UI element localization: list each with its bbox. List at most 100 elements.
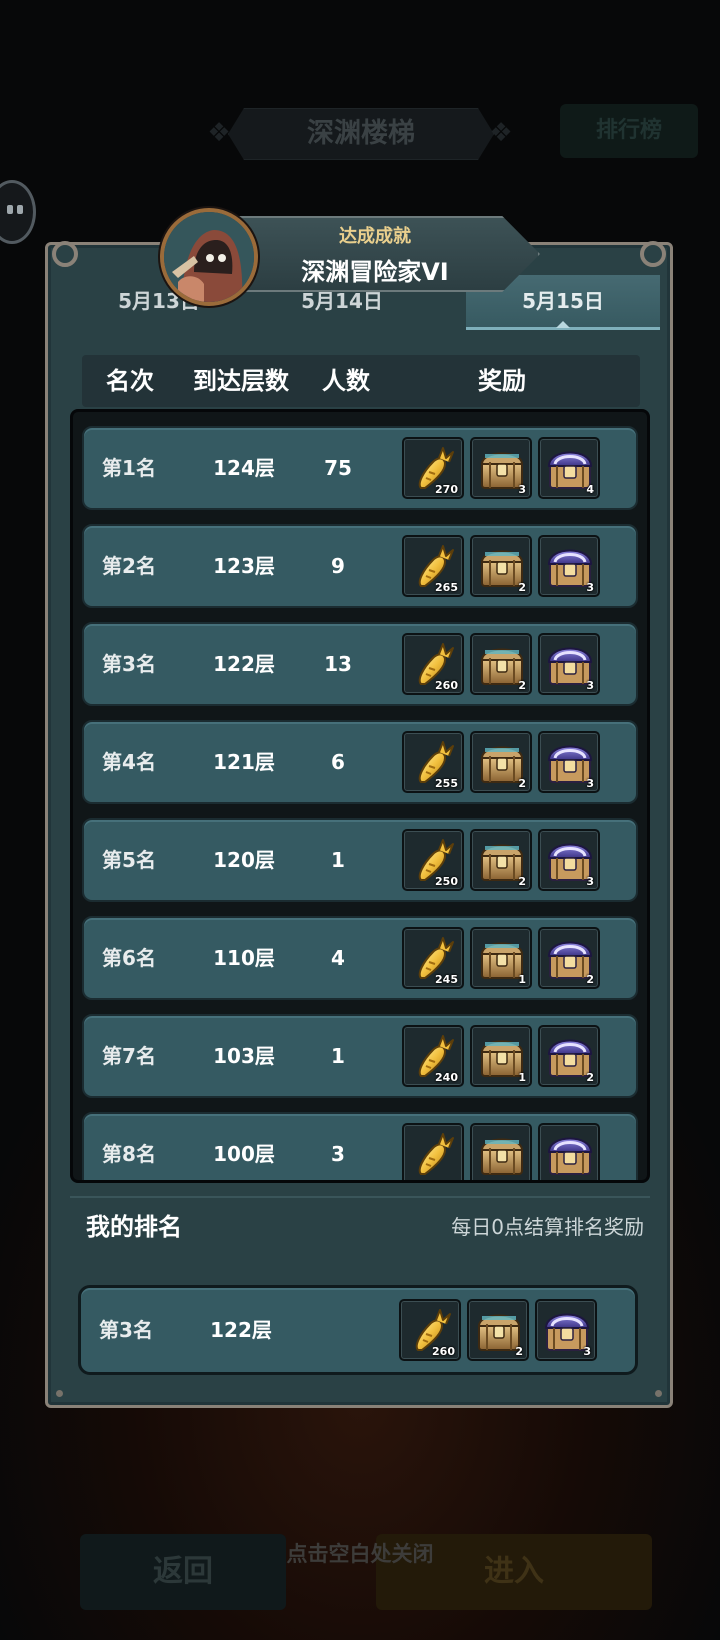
floor-cell: 124层: [213, 456, 275, 480]
floor-cell: 120层: [213, 848, 275, 872]
reward-slot-gold-chest[interactable]: 3: [470, 437, 532, 499]
table-header: 名次 到达层数 人数 奖励: [82, 355, 640, 407]
reward-slot-purple-chest[interactable]: 3: [538, 731, 600, 793]
header-floor: 到达层数: [193, 367, 289, 395]
reward-slot-purple-chest[interactable]: 3: [538, 829, 600, 891]
reward-quantity: 2: [586, 973, 594, 986]
rank-cell: 第7名: [102, 1044, 156, 1068]
reward-quantity: 3: [586, 679, 594, 692]
purple-treasure-chest-icon: [545, 1130, 595, 1180]
count-cell: 75: [324, 456, 352, 480]
reward-slot-carrot[interactable]: 260: [399, 1299, 461, 1361]
reward-slot-carrot[interactable]: 265: [402, 535, 464, 597]
ranking-list[interactable]: 第1名 124层 75 270 3 4 第2名 123层 9 265 2 3 第3名 122层 13 260 2…: [70, 409, 650, 1183]
reward-quantity: 240: [435, 1071, 458, 1084]
hooded-adventurer-avatar: [160, 208, 258, 306]
reward-quantity: 3: [586, 777, 594, 790]
reward-slot-carrot[interactable]: [402, 1123, 464, 1180]
reward-quantity: 3: [586, 581, 594, 594]
section-divider: [70, 1196, 650, 1198]
rank-cell: 第1名: [102, 456, 156, 480]
floor-cell: 110层: [213, 946, 275, 970]
count-cell: 3: [331, 1142, 345, 1166]
my-rank-value: 第3名: [99, 1318, 153, 1342]
settlement-hint: 每日0点结算排名奖励: [451, 1215, 644, 1239]
floor-cell: 100层: [213, 1142, 275, 1166]
rank-cell: 第6名: [102, 946, 156, 970]
rank-cell: 第5名: [102, 848, 156, 872]
reward-slot-gold-chest[interactable]: 2: [470, 731, 532, 793]
table-row: 第1名 124层 75 270 3 4: [82, 426, 638, 510]
table-row: 第8名 100层 3: [82, 1112, 638, 1180]
my-rank-row: 第3名 122层 260 2 3: [78, 1285, 638, 1375]
floor-cell: 123层: [213, 554, 275, 578]
golden-carrot-icon: [409, 1130, 459, 1180]
reward-slot-carrot[interactable]: 245: [402, 927, 464, 989]
my-rank-title: 我的排名: [86, 1213, 182, 1241]
table-row: 第4名 121层 6 255 2 3: [82, 720, 638, 804]
reward-quantity: 250: [435, 875, 458, 888]
my-floor-value: 122层: [210, 1318, 272, 1342]
leaderboard-panel: 5月13日 5月14日 5月15日 名次 到达层数 人数 奖励 第1名 124层 7…: [45, 241, 673, 1408]
reward-slot-carrot[interactable]: 255: [402, 731, 464, 793]
reward-quantity: 2: [586, 1071, 594, 1084]
reward-quantity: 2: [515, 1345, 523, 1358]
count-cell: 4: [331, 946, 345, 970]
reward-slot-gold-chest[interactable]: 2: [470, 633, 532, 695]
reward-quantity: 3: [518, 483, 526, 496]
avatar-portrait: [164, 212, 254, 302]
rank-cell: 第3名: [102, 652, 156, 676]
reward-slot-gold-chest[interactable]: 2: [467, 1299, 529, 1361]
reward-quantity: 260: [432, 1345, 455, 1358]
reward-slot-purple-chest[interactable]: 3: [538, 535, 600, 597]
reward-slot-purple-chest[interactable]: 2: [538, 927, 600, 989]
floor-cell: 121层: [213, 750, 275, 774]
header-rank: 名次: [106, 367, 154, 395]
achievement-label: 达成成就: [339, 226, 411, 247]
reward-slot-gold-chest[interactable]: [470, 1123, 532, 1180]
reward-slot-gold-chest[interactable]: 2: [470, 829, 532, 891]
reward-slot-carrot[interactable]: 250: [402, 829, 464, 891]
background-title: 深渊楼梯: [228, 108, 494, 160]
reward-quantity: 2: [518, 777, 526, 790]
table-row: 第6名 110层 4 245 1 2: [82, 916, 638, 1000]
reward-quantity: 2: [518, 679, 526, 692]
gold-treasure-chest-icon: [477, 1130, 527, 1180]
tab-indicator-arrow: [556, 321, 570, 328]
reward-quantity: 3: [583, 1345, 591, 1358]
reward-quantity: 1: [518, 973, 526, 986]
reward-slot-purple-chest[interactable]: 3: [535, 1299, 597, 1361]
table-row: 第5名 120层 1 250 2 3: [82, 818, 638, 902]
reward-quantity: 255: [435, 777, 458, 790]
reward-slot-purple-chest[interactable]: 2: [538, 1025, 600, 1087]
chat-bubble-icon[interactable]: [0, 180, 36, 244]
reward-quantity: 3: [586, 875, 594, 888]
count-cell: 9: [331, 554, 345, 578]
reward-slot-gold-chest[interactable]: 1: [470, 1025, 532, 1087]
table-row: 第7名 103层 1 240 1 2: [82, 1014, 638, 1098]
reward-slot-purple-chest[interactable]: 3: [538, 633, 600, 695]
reward-quantity: 245: [435, 973, 458, 986]
achievement-banner: 达成成就 深渊冒险家VI: [160, 208, 550, 314]
count-cell: 1: [331, 848, 345, 872]
reward-slot-carrot[interactable]: 260: [402, 633, 464, 695]
corner-rivet: [655, 1390, 662, 1397]
count-cell: 13: [324, 652, 352, 676]
reward-slot-carrot[interactable]: 270: [402, 437, 464, 499]
floor-cell: 122层: [213, 652, 275, 676]
reward-quantity: 2: [518, 581, 526, 594]
reward-slot-gold-chest[interactable]: 2: [470, 535, 532, 597]
corner-ornament-left: [52, 241, 78, 267]
reward-slot-gold-chest[interactable]: 1: [470, 927, 532, 989]
ranking-button[interactable]: 排行榜: [560, 104, 698, 158]
header-reward: 奖励: [478, 367, 526, 395]
reward-quantity: 270: [435, 483, 458, 496]
count-cell: 1: [331, 1044, 345, 1068]
floor-cell: 103层: [213, 1044, 275, 1068]
header-count: 人数: [322, 367, 370, 395]
reward-slot-carrot[interactable]: 240: [402, 1025, 464, 1087]
reward-quantity: 265: [435, 581, 458, 594]
reward-slot-purple-chest[interactable]: 4: [538, 437, 600, 499]
close-hint[interactable]: 点击空白处关闭: [0, 1538, 720, 1568]
reward-slot-purple-chest[interactable]: [538, 1123, 600, 1180]
